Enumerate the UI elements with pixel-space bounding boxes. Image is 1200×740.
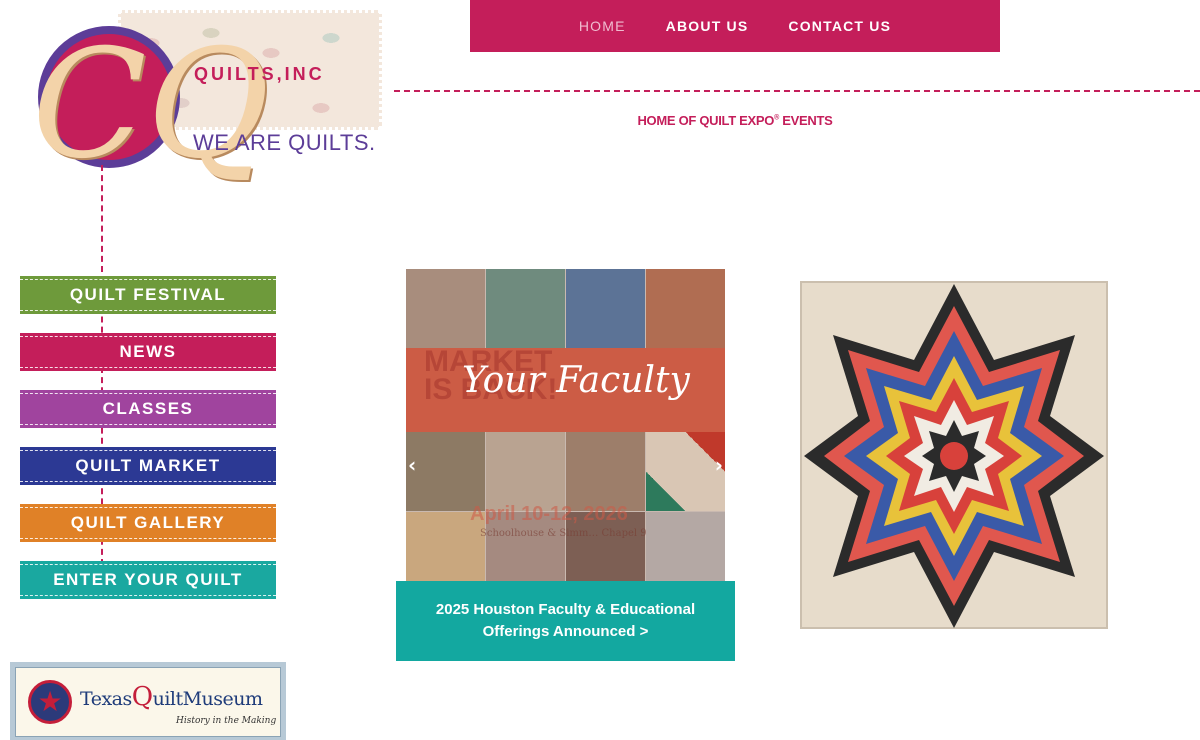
star-quilt-image	[800, 281, 1108, 629]
top-nav: HOME ABOUT US CONTACT US	[470, 0, 1000, 52]
slide-banner-title: Your Faculty	[462, 360, 690, 401]
menu-quilt-market-button[interactable]: QUILT MARKET	[20, 447, 276, 485]
slide-ghost-date: April 10-12, 2026	[470, 503, 628, 525]
faculty-photo	[486, 432, 565, 511]
faculty-photo	[406, 432, 485, 511]
slide-ghost-subtitle: Schoolhouse & Simm… Chapel 9	[480, 528, 647, 539]
faculty-photo	[406, 269, 485, 348]
faculty-photo	[486, 269, 565, 348]
chevron-right-icon[interactable]: ›	[715, 453, 723, 477]
slide-caption-link[interactable]: 2025 Houston Faculty & Educational Offer…	[416, 599, 715, 643]
nav-contact-us-link[interactable]: CONTACT US	[788, 18, 891, 34]
slide-caption: 2025 Houston Faculty & Educational Offer…	[396, 581, 735, 661]
texas-quilt-museum-banner[interactable]: ★ TexasQuiltMuseum History in the Making	[10, 662, 286, 740]
museum-subtitle: History in the Making	[176, 716, 277, 726]
menu-quilt-festival-button[interactable]: QUILT FESTIVAL	[20, 276, 276, 314]
logo-name: QUILTS,INC	[194, 64, 325, 84]
menu-quilt-gallery-button[interactable]: QUILT GALLERY	[20, 504, 276, 542]
faculty-photo	[566, 432, 645, 511]
site-subtitle: HOME OF QUILT EXPO® EVENTS	[637, 113, 833, 128]
faculty-photo	[566, 269, 645, 348]
quilt-block-photo	[646, 432, 725, 511]
museum-title: TexasQuiltMuseum	[80, 682, 263, 712]
section-menu: QUILT FESTIVAL NEWS CLASSES QUILT MARKET…	[20, 276, 276, 618]
logo-tagline: WE ARE QUILTS.	[193, 130, 376, 155]
star-icon: ★	[28, 680, 72, 724]
nav-about-us-link[interactable]: ABOUT US	[666, 18, 749, 34]
chevron-left-icon[interactable]: ‹	[408, 453, 416, 477]
quilt-star-center	[940, 442, 968, 470]
menu-classes-button[interactable]: CLASSES	[20, 390, 276, 428]
faculty-photo	[646, 512, 725, 581]
logo-cq-monogram: CQ	[32, 18, 270, 192]
menu-enter-your-quilt-button[interactable]: ENTER YOUR QUILT	[20, 561, 276, 599]
slide-banner: MARKET IS BACK! Your Faculty	[406, 347, 725, 432]
dashed-line-divider	[394, 90, 1200, 92]
faculty-photo	[646, 269, 725, 348]
nav-home-link[interactable]: HOME	[579, 18, 626, 34]
museum-banner-inner: ★ TexasQuiltMuseum History in the Making	[15, 667, 281, 737]
news-slider[interactable]: MARKET IS BACK! Your Faculty April 10-12…	[406, 269, 725, 581]
menu-news-button[interactable]: NEWS	[20, 333, 276, 371]
site-logo[interactable]: CQ QUILTS,INC WE ARE QUILTS.	[28, 10, 384, 200]
